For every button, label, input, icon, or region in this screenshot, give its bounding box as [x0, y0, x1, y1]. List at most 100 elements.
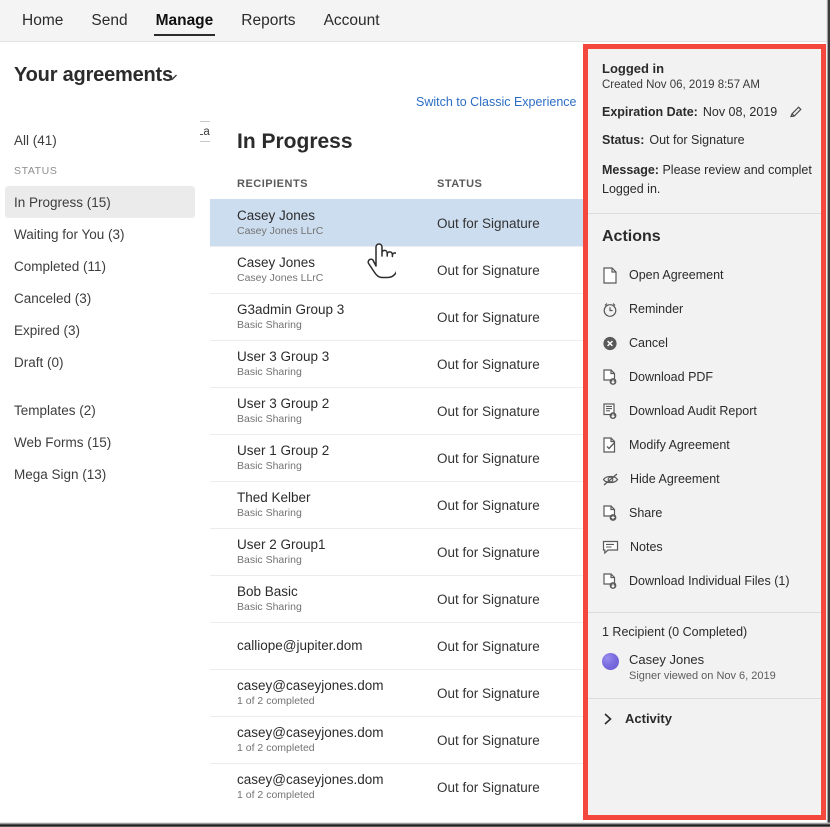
agreement-row[interactable]: G3admin Group 3Basic SharingOut for Sign…	[210, 293, 590, 340]
agreement-row[interactable]: casey@caseyjones.dom1 of 2 completedOut …	[210, 763, 590, 810]
action-label: Cancel	[629, 336, 668, 350]
column-header-status: STATUS	[437, 178, 482, 190]
document-icon	[602, 267, 618, 284]
nav-item-send[interactable]: Send	[77, 0, 141, 42]
action-cancel[interactable]: Cancel	[602, 326, 807, 360]
agreement-row[interactable]: User 3 Group 3Basic SharingOut for Signa…	[210, 340, 590, 387]
agreement-row[interactable]: calliope@jupiter.domOut for Signature	[210, 622, 590, 669]
eye-slash-icon	[602, 471, 619, 488]
agreement-rows: Casey JonesCasey Jones LLrCOut for Signa…	[210, 199, 590, 810]
download-files-icon	[602, 573, 618, 590]
action-download-individual-files[interactable]: Download Individual Files (1)	[602, 564, 807, 598]
list-title: In Progress	[237, 130, 590, 154]
agreement-row[interactable]: casey@caseyjones.dom1 of 2 completedOut …	[210, 716, 590, 763]
activity-toggle[interactable]: Activity	[602, 711, 807, 726]
sidebar-item-mega-sign[interactable]: Mega Sign (13)	[5, 458, 195, 490]
agreement-row[interactable]: casey@caseyjones.dom1 of 2 completedOut …	[210, 669, 590, 716]
action-open-agreement[interactable]: Open Agreement	[602, 258, 807, 292]
sidebar-item-expired[interactable]: Expired (3)	[5, 314, 195, 346]
agreement-recipient-subtitle: Basic Sharing	[237, 459, 437, 473]
nav-item-manage[interactable]: Manage	[142, 0, 228, 42]
agreement-row[interactable]: User 2 Group1Basic SharingOut for Signat…	[210, 528, 590, 575]
agreement-status-cell: Out for Signature	[437, 216, 540, 231]
agreement-recipient-cell: Bob BasicBasic Sharing	[237, 584, 437, 614]
agreement-recipient-name: Thed Kelber	[237, 490, 437, 506]
actions-section: Actions Open Agreement Remind	[588, 214, 821, 612]
agreement-recipient-cell: User 3 Group 2Basic Sharing	[237, 396, 437, 426]
agreement-recipient-name: casey@caseyjones.dom	[237, 772, 437, 788]
sidebar-item-completed[interactable]: Completed (11)	[5, 250, 195, 282]
sidebar-item-canceled[interactable]: Canceled (3)	[5, 282, 195, 314]
expiration-date-value: Nov 08, 2019	[703, 105, 777, 119]
agreement-recipient-name: User 3 Group 2	[237, 396, 437, 412]
sidebar-item-templates[interactable]: Templates (2)	[5, 394, 195, 426]
action-share[interactable]: Share	[602, 496, 807, 530]
agreement-created-date: Created Nov 06, 2019 8:57 AM	[602, 79, 807, 91]
recipient-row[interactable]: Casey Jones Signer viewed on Nov 6, 2019	[602, 651, 807, 684]
action-download-audit-report[interactable]: Download Audit Report	[602, 394, 807, 428]
action-download-pdf[interactable]: Download PDF	[602, 360, 807, 394]
agreement-row[interactable]: Bob BasicBasic SharingOut for Signature	[210, 575, 590, 622]
pencil-icon[interactable]	[789, 105, 803, 119]
agreement-status-cell: Out for Signature	[437, 733, 540, 748]
activity-section: Activity	[588, 699, 821, 740]
agreement-recipient-subtitle: Basic Sharing	[237, 600, 437, 614]
action-label: Download PDF	[629, 370, 713, 384]
agreement-row[interactable]: Casey JonesCasey Jones LLrCOut for Signa…	[210, 199, 590, 246]
action-label: Download Individual Files (1)	[629, 574, 790, 588]
list-column-headers: RECIPIENTS STATUS	[210, 178, 590, 199]
recipient-status: Signer viewed on Nov 6, 2019	[629, 668, 776, 684]
nav-item-account[interactable]: Account	[310, 0, 394, 42]
message-line-1: Please review and complet	[662, 163, 811, 177]
action-reminder[interactable]: Reminder	[602, 292, 807, 326]
sidebar-item-web-forms[interactable]: Web Forms (15)	[5, 426, 195, 458]
agreement-row[interactable]: Casey JonesCasey Jones LLrCOut for Signa…	[210, 246, 590, 293]
action-notes[interactable]: Notes	[602, 530, 807, 564]
agreement-recipient-cell: Casey JonesCasey Jones LLrC	[237, 255, 437, 285]
action-label: Notes	[630, 540, 663, 554]
sidebar-item-waiting-for-you[interactable]: Waiting for You (3)	[5, 218, 195, 250]
agreement-detail-panel-highlight: Logged in Created Nov 06, 2019 8:57 AM E…	[583, 44, 826, 820]
agreement-status-cell: Out for Signature	[437, 451, 540, 466]
agreement-recipient-subtitle: Basic Sharing	[237, 318, 437, 332]
chevron-down-icon[interactable]	[165, 70, 179, 84]
message-row: Message: Please review and complet Logge…	[602, 161, 807, 199]
sidebar-item-all[interactable]: All (41)	[5, 124, 195, 156]
agreement-status-cell: Out for Signature	[437, 686, 540, 701]
agreement-recipient-cell: G3admin Group 3Basic Sharing	[237, 302, 437, 332]
action-modify-agreement[interactable]: Modify Agreement	[602, 428, 807, 462]
agreement-recipient-cell: casey@caseyjones.dom1 of 2 completed	[237, 725, 437, 755]
agreement-recipient-cell: Casey JonesCasey Jones LLrC	[237, 208, 437, 238]
agreement-row[interactable]: User 1 Group 2Basic SharingOut for Signa…	[210, 434, 590, 481]
agreement-status-cell: Out for Signature	[437, 498, 540, 513]
agreement-recipient-subtitle: Basic Sharing	[237, 365, 437, 379]
detail-summary-section: Logged in Created Nov 06, 2019 8:57 AM E…	[588, 49, 821, 213]
sidebar: All (41) STATUS In Progress (15) Waiting…	[0, 112, 200, 822]
sidebar-item-draft[interactable]: Draft (0)	[5, 346, 195, 378]
agreement-recipient-name: User 3 Group 3	[237, 349, 437, 365]
agreement-recipient-name: Bob Basic	[237, 584, 437, 600]
action-label: Share	[629, 506, 662, 520]
agreement-status-cell: Out for Signature	[437, 263, 540, 278]
modify-document-icon	[602, 437, 618, 454]
actions-title: Actions	[602, 228, 807, 246]
agreement-recipient-name: casey@caseyjones.dom	[237, 725, 437, 741]
agreement-row[interactable]: User 3 Group 2Basic SharingOut for Signa…	[210, 387, 590, 434]
sidebar-item-in-progress[interactable]: In Progress (15)	[5, 186, 195, 218]
action-hide-agreement[interactable]: Hide Agreement	[602, 462, 807, 496]
agreement-recipient-name: User 2 Group1	[237, 537, 437, 553]
agreement-status-cell: Out for Signature	[437, 592, 540, 607]
window-edge-bottom	[0, 822, 830, 827]
expiration-date-label: Expiration Date:	[602, 105, 698, 119]
app-screenshot: Home Send Manage Reports Account Your ag…	[0, 0, 830, 827]
agreement-recipient-cell: User 1 Group 2Basic Sharing	[237, 443, 437, 473]
nav-item-reports[interactable]: Reports	[227, 0, 309, 42]
agreement-row[interactable]: Thed KelberBasic SharingOut for Signatur…	[210, 481, 590, 528]
switch-to-classic-experience-link[interactable]: Switch to Classic Experience	[416, 95, 576, 109]
alarm-clock-icon	[602, 301, 618, 318]
nav-item-home[interactable]: Home	[8, 0, 77, 42]
top-navigation-bar: Home Send Manage Reports Account	[0, 0, 830, 42]
user-avatar-circle	[602, 653, 619, 670]
agreement-recipient-cell: Thed KelberBasic Sharing	[237, 490, 437, 520]
agreement-recipient-subtitle: Basic Sharing	[237, 553, 437, 567]
